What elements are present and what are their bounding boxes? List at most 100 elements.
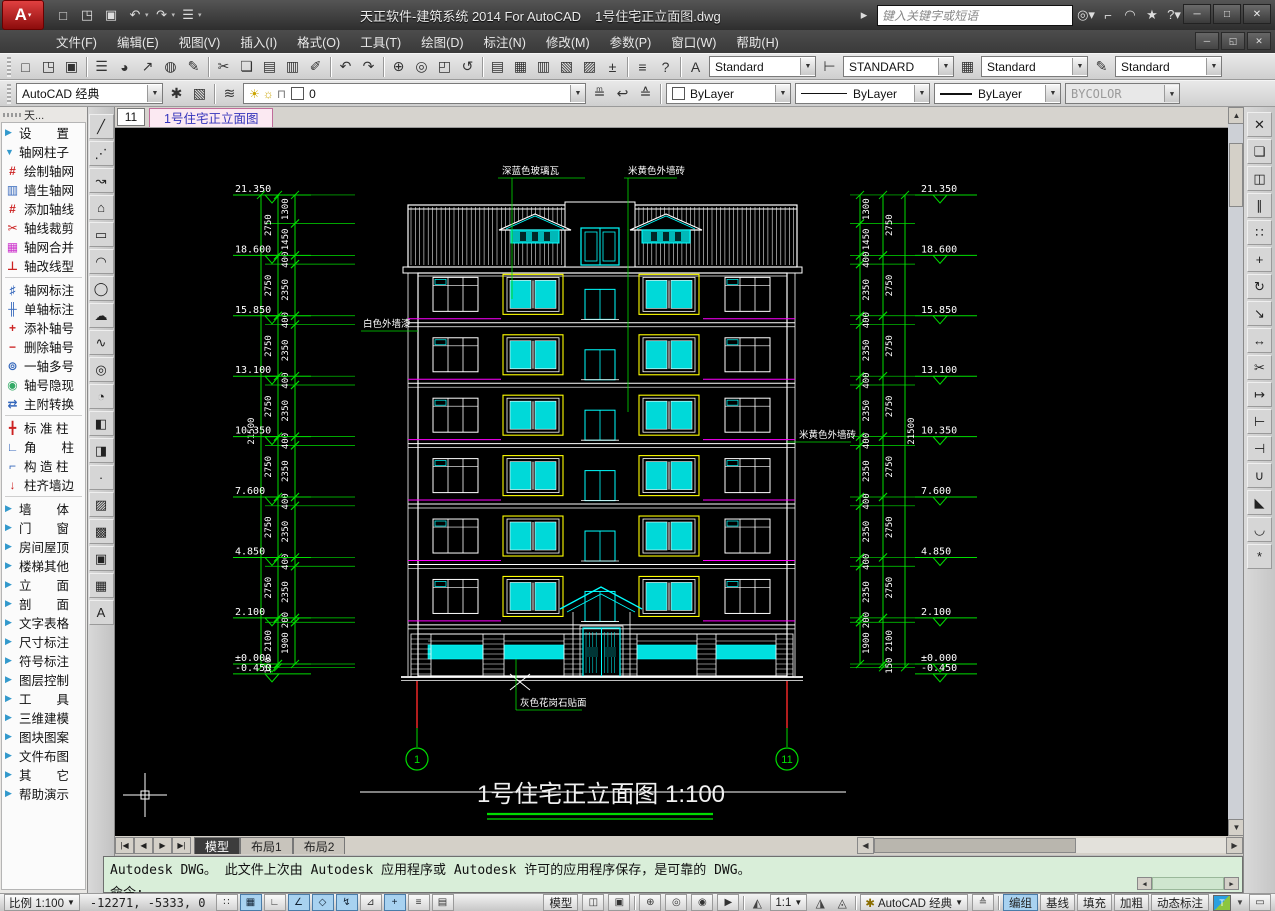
copy-icon[interactable]: ❏ [235,55,258,78]
quick-view-drawings-icon[interactable]: ▣ [608,894,631,911]
communication-center-icon[interactable]: ◠ [1121,7,1139,23]
document-tab[interactable]: 1号住宅正立面图 [149,107,274,127]
infocenter-expand-icon[interactable]: ▸ [855,7,873,23]
redo-button[interactable]: ↷ [151,4,173,26]
redo-icon[interactable]: ↷ [357,55,380,78]
palette-group-24[interactable]: ▶ 剖 面 [2,594,85,613]
model-space-button[interactable]: 模型 [543,894,579,911]
zoom-icon[interactable]: ◎ [665,894,688,911]
palette-group-32[interactable]: ▶ 文件布图 [2,746,85,765]
palette-grip[interactable] [3,112,21,117]
palette-cmd-5[interactable]: ✂ 轴线裁剪 [2,218,85,237]
stretch-icon[interactable]: ↔ [1247,328,1272,353]
menu-视图V[interactable]: 视图(V) [169,29,231,54]
undo-icon[interactable]: ↶ [334,55,357,78]
workspace-settings-icon[interactable]: ✱ [165,82,188,105]
tarch-status-icon[interactable]: T [1213,894,1231,911]
table-style-icon[interactable]: ▦ [956,55,979,78]
application-menu-button[interactable]: A ▾ [2,0,44,30]
zoom-realtime-icon[interactable]: ◎ [410,55,433,78]
menu-文件F[interactable]: 文件(F) [46,29,107,54]
make-block-icon[interactable]: ◨ [88,438,114,463]
markup-manager-icon[interactable]: ▨ [578,55,601,78]
drawing-canvas[interactable]: 21500 150 2100 2750 2750 2750 2750 2750 2750 2750… [115,128,1228,836]
match-properties-icon[interactable]: ✐ [304,55,327,78]
last-tab-icon[interactable]: ▶| [172,837,191,854]
menu-绘图D[interactable]: 绘图(D) [411,29,473,54]
show-motion-icon[interactable]: ▶ [717,894,740,911]
palette-group-21[interactable]: ▶ 房间屋顶 [2,537,85,556]
toggle-grid[interactable]: ▦ [239,894,262,911]
palette-group-29[interactable]: ▶ 工 具 [2,689,85,708]
new-button[interactable]: □ [52,4,74,26]
menu-修改M[interactable]: 修改(M) [536,29,600,54]
plot-icon[interactable]: ☰ [90,55,113,78]
workspace-combo[interactable]: AutoCAD 经典 ▼ [16,83,163,104]
explode-icon[interactable]: * [1247,544,1272,569]
copy-icon[interactable]: ❏ [1247,139,1272,164]
dim-style-icon[interactable]: ⊢ [818,55,841,78]
undo-button[interactable]: ↶ [124,4,146,26]
favorites-icon[interactable]: ★ [1143,7,1161,23]
palette-cmd-12[interactable]: ⊚ 一轴多号 [2,356,85,375]
undo-dropdown-icon[interactable]: ▾ [145,11,149,19]
toggle-osnap[interactable]: ◇ [311,894,334,911]
palette-cmd-3[interactable]: ▥ 墙生轴网 [2,180,85,199]
palette-cmd-18[interactable]: ↓ 柱齐墙边 [2,475,85,494]
close-button[interactable]: ✕ [1243,4,1271,24]
palette-header[interactable]: 天... [0,107,87,122]
region-icon[interactable]: ▣ [88,546,114,571]
break-at-point-icon[interactable]: ⊢ [1247,409,1272,434]
markup-icon[interactable]: ✎ [182,55,205,78]
scroll-left-icon[interactable]: ◀ [857,837,874,854]
web-icon[interactable]: ◍ [159,55,182,78]
point-icon[interactable]: · [88,465,114,490]
scale-icon[interactable]: ↘ [1247,301,1272,326]
clean-screen-icon[interactable]: ▭ [1249,894,1271,911]
palette-cmd-4[interactable]: # 添加轴线 [2,199,85,218]
ellipse-arc-icon[interactable]: ◔ [88,384,114,409]
layout-tab-模型[interactable]: 模型 [194,837,241,854]
doc-minimize-button[interactable]: ─ [1195,32,1219,50]
multiline-text-icon[interactable]: A [88,600,114,625]
palette-cmd-13[interactable]: ◉ 轴号隐现 [2,375,85,394]
menu-插入I[interactable]: 插入(I) [230,29,287,54]
annotation-visibility-icon[interactable]: ◭ [748,896,766,910]
text-style-icon[interactable]: A [684,55,707,78]
palette-group-34[interactable]: ▶ 帮助演示 [2,784,85,803]
dim-style-combo[interactable]: STANDARD ▼ [843,56,954,77]
palette-cmd-7[interactable]: ⊥ 轴改线型 [2,256,85,275]
scroll-right-icon[interactable]: ▶ [1226,837,1243,854]
polyline-icon[interactable]: ↝ [88,168,114,193]
polygon-icon[interactable]: ⌂ [88,195,114,220]
new-icon[interactable]: □ [14,55,37,78]
layout-tab-布局1[interactable]: 布局1 [240,837,293,854]
table-style-combo[interactable]: Standard ▼ [981,56,1088,77]
text-style-combo[interactable]: Standard ▼ [709,56,816,77]
palette-group-30[interactable]: ▶ 三维建模 [2,708,85,727]
layer-states-icon[interactable]: ≙ [634,82,657,105]
minimize-button[interactable]: ─ [1183,4,1211,24]
vertical-scroll-thumb[interactable] [1229,143,1243,207]
extend-icon[interactable]: ↦ [1247,382,1272,407]
palette-group-33[interactable]: ▶ 其 它 [2,765,85,784]
coordinate-display[interactable]: -12271, -5333, 0 [84,896,212,910]
circle-icon[interactable]: ◯ [88,276,114,301]
erase-icon[interactable]: ✕ [1247,112,1272,137]
prev-tab-icon[interactable]: ◀ [134,837,153,854]
layer-freeze-icon[interactable]: ☼ [263,87,274,101]
palette-group-31[interactable]: ▶ 图块图案 [2,727,85,746]
steering-wheel-icon[interactable]: ◉ [691,894,714,911]
menu-标注N[interactable]: 标注(N) [474,29,536,54]
mirror-icon[interactable]: ◫ [1247,166,1272,191]
offset-icon[interactable]: ∥ [1247,193,1272,218]
toggle-动态标注[interactable]: 动态标注 [1151,894,1209,911]
first-tab-icon[interactable]: |◀ [115,837,134,854]
status-menu-icon[interactable]: ▼ [1235,898,1245,907]
color-combo[interactable]: ByLayer ▼ [666,83,791,104]
maximize-button[interactable]: □ [1213,4,1241,24]
revision-cloud-icon[interactable]: ☁ [88,303,114,328]
palette-group-19[interactable]: ▶ 墙 体 [2,499,85,518]
layout-tab-布局2[interactable]: 布局2 [292,837,346,854]
save-icon[interactable]: ▣ [60,55,83,78]
